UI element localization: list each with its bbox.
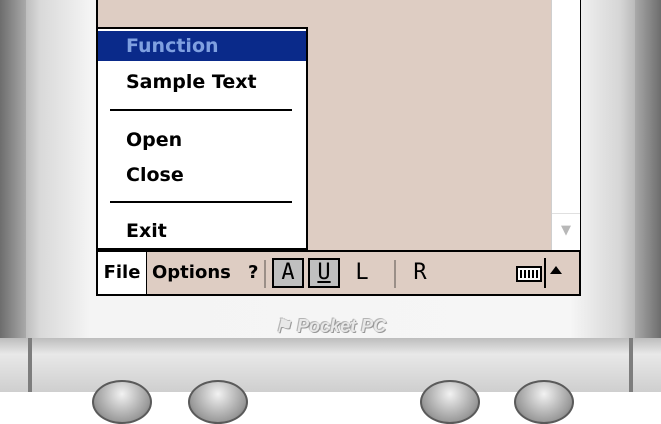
file-menu-button[interactable]: File <box>98 252 147 294</box>
menu-item-close[interactable]: Close <box>98 160 306 190</box>
align-right-button[interactable]: R <box>404 258 436 288</box>
menu-item-function[interactable]: Function <box>98 31 306 61</box>
scroll-down-icon[interactable]: ▼ <box>552 213 580 246</box>
sip-divider <box>544 258 546 288</box>
hardware-button-2[interactable] <box>188 380 248 424</box>
bezel-ridge-left <box>28 338 32 392</box>
screen-inner: ▼ Function Sample Text Open Close Exit F… <box>98 0 580 294</box>
menu-separator <box>110 201 292 203</box>
keyboard-icon[interactable] <box>516 266 542 282</box>
file-popup-menu: Function Sample Text Open Close Exit <box>98 27 308 250</box>
vertical-scrollbar[interactable]: ▼ <box>551 0 580 250</box>
align-left-button[interactable]: L <box>346 258 378 288</box>
bezel-ridge-right <box>629 338 633 392</box>
toolbar-separator <box>394 260 396 288</box>
align-a-button[interactable]: A <box>272 258 304 288</box>
logo-text: Pocket PC <box>297 316 387 336</box>
underline-button[interactable]: U <box>308 258 340 288</box>
options-menu-button[interactable]: Options <box>152 252 231 294</box>
menu-item-open[interactable]: Open <box>98 125 306 155</box>
hardware-button-3[interactable] <box>420 380 480 424</box>
hardware-button-1[interactable] <box>92 380 152 424</box>
windows-flag-icon: ⚑ <box>274 316 292 336</box>
sip-arrow-up-icon[interactable] <box>550 266 562 274</box>
hardware-button-4[interactable] <box>514 380 574 424</box>
menu-item-sample-text[interactable]: Sample Text <box>98 67 306 97</box>
menu-item-exit[interactable]: Exit <box>98 216 306 246</box>
menu-separator <box>110 109 292 111</box>
device-screen: ▼ Function Sample Text Open Close Exit F… <box>96 0 581 296</box>
device-logo: ⚑ Pocket PC <box>0 316 661 337</box>
toolbar-separator <box>264 260 266 288</box>
command-bar: File Options ? A U L R <box>98 250 579 294</box>
help-menu-button[interactable]: ? <box>248 252 258 294</box>
